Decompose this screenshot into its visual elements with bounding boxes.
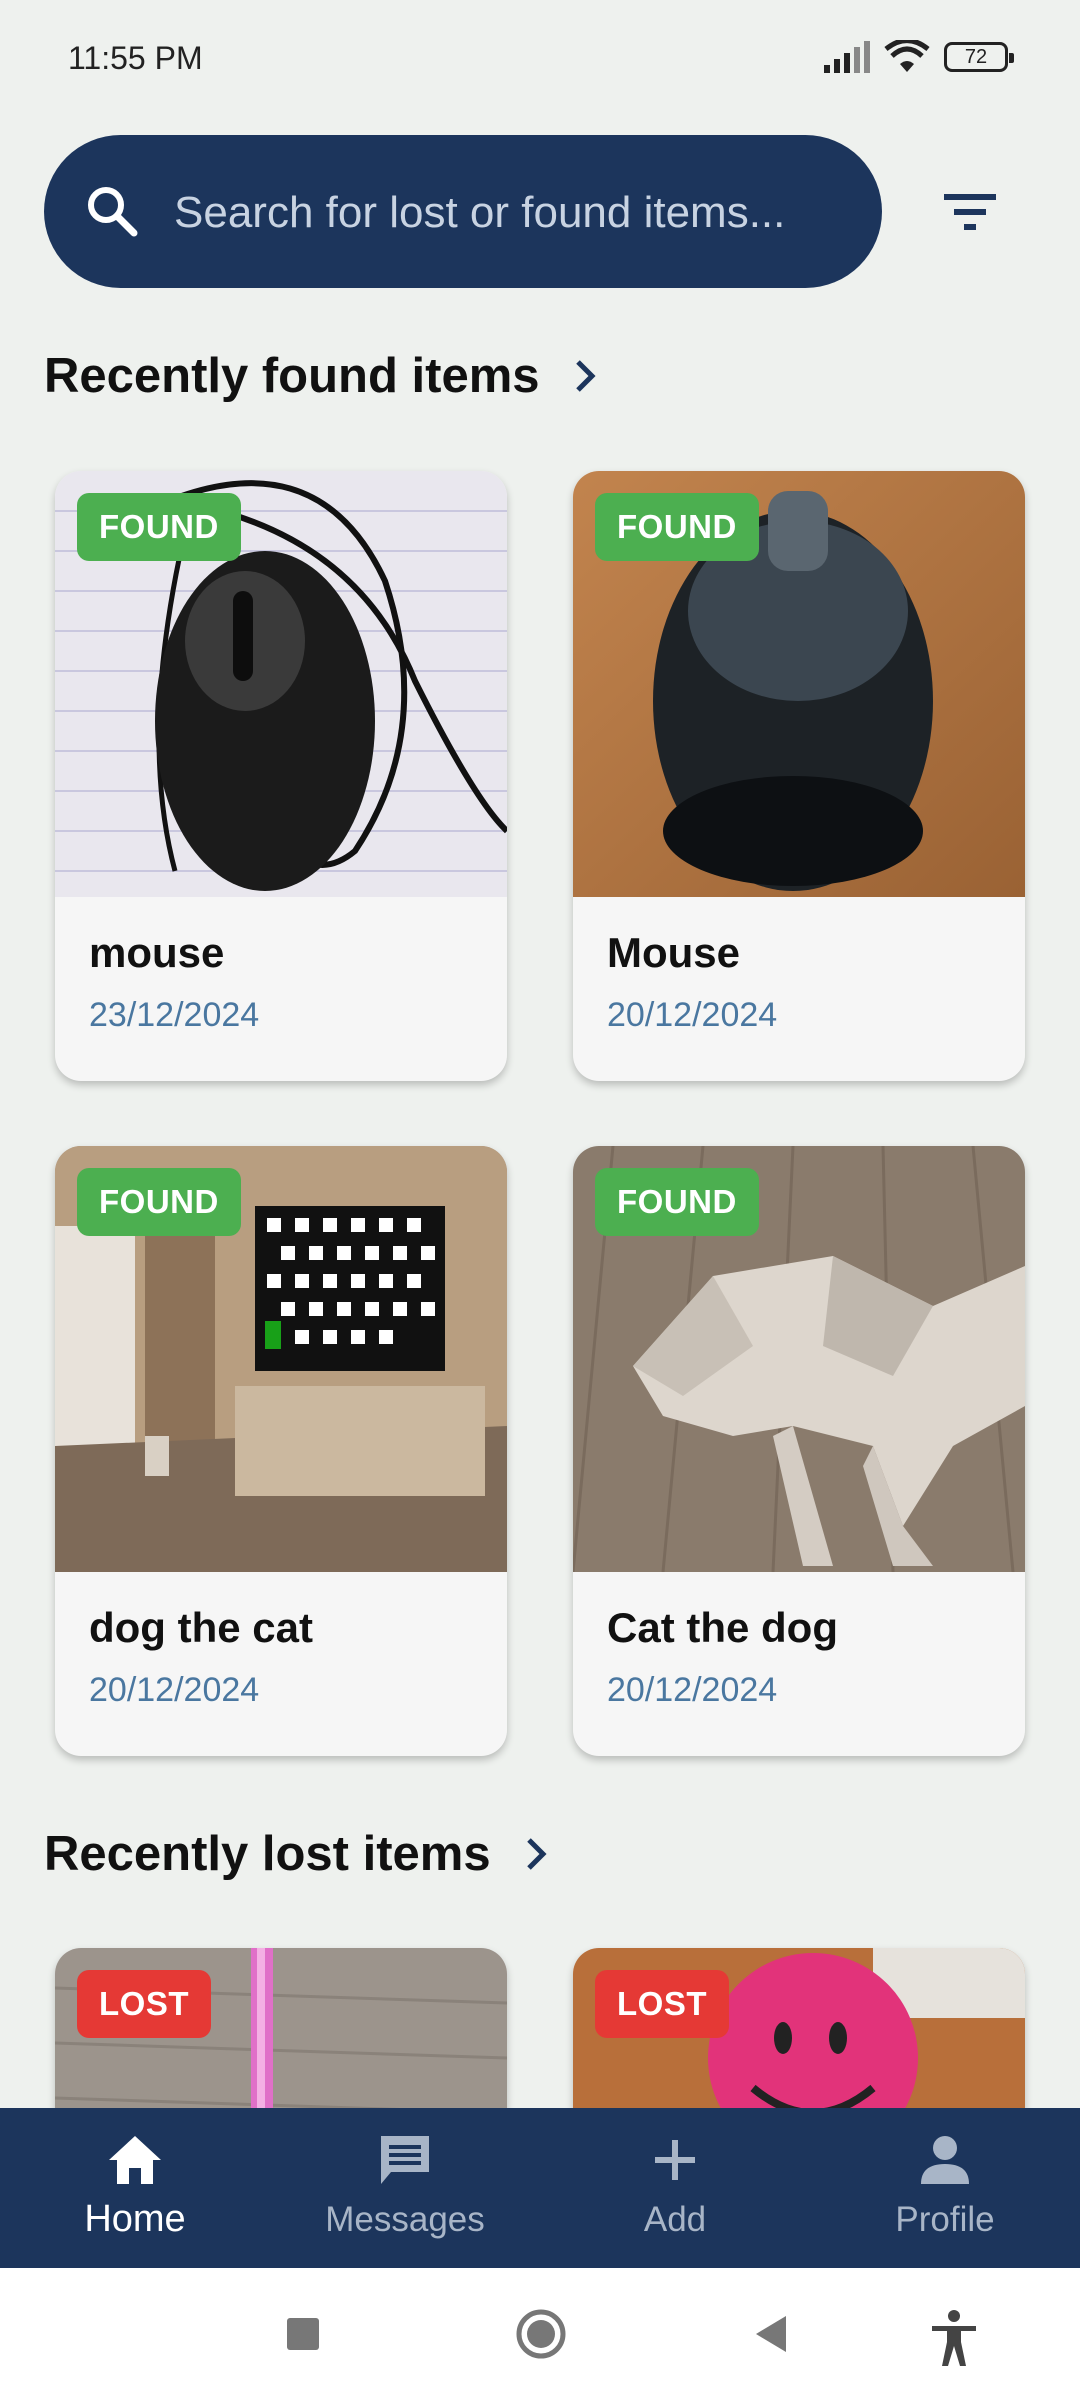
chevron-right-icon [526, 1838, 547, 1870]
item-title: dog the cat [89, 1604, 314, 1651]
found-item-card[interactable]: FOUND dog the cat 20/12/2024 [55, 1146, 507, 1756]
accessibility-icon[interactable] [928, 2308, 980, 2368]
item-title: Cat the dog [607, 1604, 838, 1651]
item-title: mouse [89, 929, 225, 976]
lost-section-title: Recently lost items [44, 1827, 491, 1881]
recents-icon[interactable] [283, 2308, 323, 2360]
nav-label: Home [84, 2198, 186, 2240]
bottom-nav: Home Messages Add Profile [0, 2108, 1080, 2268]
status-badge: LOST [595, 1970, 729, 2038]
status-badge: FOUND [77, 1168, 241, 1236]
nav-home[interactable]: Home [0, 2108, 270, 2268]
search-icon [88, 187, 138, 237]
status-badge: FOUND [595, 1168, 759, 1236]
item-date: 20/12/2024 [89, 1671, 260, 1709]
item-date: 20/12/2024 [607, 1671, 778, 1709]
search-bar[interactable] [44, 135, 882, 290]
battery-icon: 72 [944, 42, 1014, 72]
signal-icon [824, 41, 870, 73]
wifi-icon [884, 40, 930, 72]
status-badge: FOUND [77, 493, 241, 561]
system-nav-bar [0, 2268, 1080, 2400]
found-item-card[interactable]: FOUND Cat the dog 20/12/2024 [573, 1146, 1025, 1756]
nav-profile[interactable]: Profile [810, 2108, 1080, 2268]
message-icon [381, 2136, 429, 2184]
found-item-card[interactable]: FOUND Mouse 20/12/2024 [573, 471, 1025, 1081]
search-input[interactable] [172, 135, 856, 290]
found-section-title: Recently found items [44, 349, 540, 403]
item-title: Mouse [607, 929, 741, 976]
status-time: 11:55 PM [68, 40, 203, 76]
nav-add[interactable]: Add [540, 2108, 810, 2268]
nav-label: Messages [325, 2200, 485, 2239]
found-item-card[interactable]: FOUND mouse 23/12/2024 [55, 471, 507, 1081]
status-badge: FOUND [595, 493, 759, 561]
item-date: 20/12/2024 [607, 996, 778, 1034]
status-bar: 11:55 PM 72 [0, 0, 1080, 120]
home-icon [109, 2136, 161, 2184]
lost-section-header[interactable]: Recently lost items [44, 1826, 553, 1882]
nav-label: Add [643, 2200, 707, 2239]
person-icon [921, 2136, 969, 2184]
back-icon[interactable] [752, 2308, 792, 2360]
nav-label: Profile [895, 2200, 995, 2239]
chevron-right-icon [575, 360, 596, 392]
item-date: 23/12/2024 [89, 996, 260, 1034]
nav-messages[interactable]: Messages [270, 2108, 540, 2268]
found-section-header[interactable]: Recently found items [44, 348, 602, 404]
home-button-icon[interactable] [513, 2308, 569, 2360]
plus-icon [655, 2140, 695, 2180]
filter-icon[interactable] [934, 184, 1006, 240]
status-icons: 72 [822, 40, 1014, 74]
status-badge: LOST [77, 1970, 211, 2038]
